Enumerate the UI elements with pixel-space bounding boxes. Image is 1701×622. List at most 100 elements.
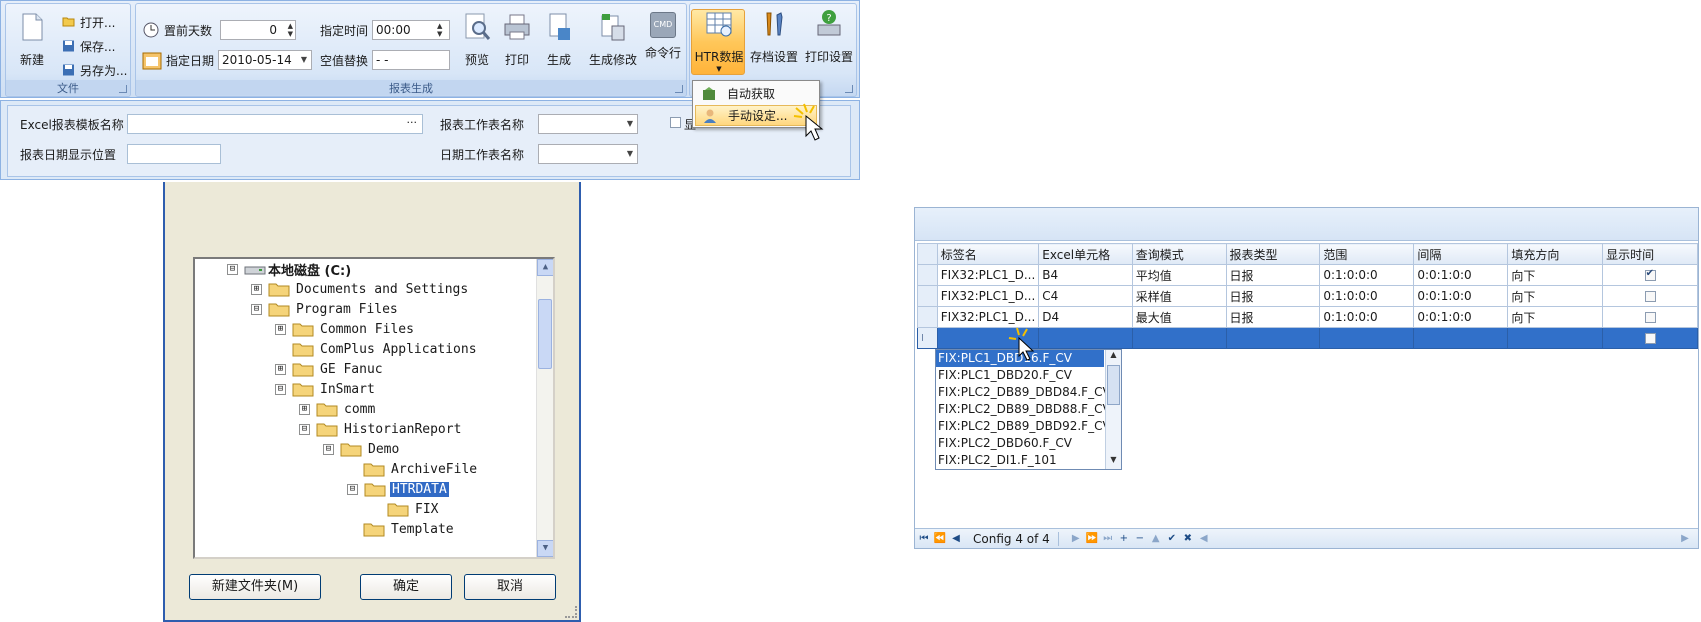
folder-tree[interactable]: ⊟ 本地磁盘 (C:) ⊞ Documents and Settings ⊟ P…	[193, 257, 555, 559]
htr-data-content[interactable]: HTR数据 ▼	[692, 9, 746, 73]
scroll-up-icon[interactable]: ▲	[537, 259, 553, 276]
show-time-checkbox[interactable]	[1644, 268, 1656, 281]
cell-show-time[interactable]	[1602, 327, 1698, 349]
prev-record-icon[interactable]: ◀	[949, 533, 963, 544]
cell-range[interactable]	[1319, 327, 1415, 349]
table-row[interactable]: FIX32:PLC1_D... C4 采样值 日报 0:1:0:0:0 0:0:…	[917, 285, 1698, 307]
cell-range[interactable]: 0:1:0:0:0	[1319, 285, 1415, 307]
cell-type[interactable]	[1225, 327, 1321, 349]
list-item[interactable]: FIX:PLC2_DB89_DBD92.F_CV	[936, 418, 1111, 435]
days-spinner[interactable]: 0 ▲ ▼	[220, 20, 297, 40]
tree-node-fix[interactable]: FIX	[387, 499, 440, 519]
cell-interval[interactable]: 0:0:1:0:0	[1413, 306, 1509, 328]
cell-interval[interactable]: 0:0:1:0:0	[1413, 285, 1509, 307]
file-group-launcher-icon[interactable]	[119, 85, 127, 93]
cell-tag[interactable]: FIX32:PLC1_D...	[936, 306, 1040, 328]
cell-interval[interactable]	[1413, 327, 1509, 349]
cell-interval[interactable]: 0:0:1:0:0	[1413, 264, 1509, 286]
tree-node-complus[interactable]: ComPlus Applications	[292, 339, 479, 359]
report-group-launcher-icon[interactable]	[675, 85, 683, 93]
collapse-toggle-icon[interactable]: ⊟	[227, 263, 238, 275]
tree-node-common-files[interactable]: ⊞ Common Files	[275, 319, 416, 339]
list-scroll-down-icon[interactable]: ▼	[1106, 455, 1121, 469]
tree-node-insmart[interactable]: ⊟ InSmart	[275, 379, 377, 399]
cell-type[interactable]: 日报	[1225, 306, 1321, 328]
list-item[interactable]: FIX:PLC2_DB89_DBD88.F_CV	[936, 401, 1111, 418]
print-settings-button[interactable]: ? 打印设置	[801, 9, 857, 65]
expand-toggle-icon[interactable]: ⊞	[275, 363, 286, 375]
archive-settings-button[interactable]: 存档设置	[747, 9, 801, 65]
date-sheet-combo[interactable]: ▼	[538, 144, 638, 164]
date-dropdown-arrow-icon[interactable]: ▼	[301, 51, 307, 69]
list-item[interactable]: FIX:PLC2_DBD60.F_CV	[936, 435, 1104, 452]
collapse-toggle-icon[interactable]: ⊟	[323, 443, 334, 455]
cell-range[interactable]: 0:1:0:0:0	[1319, 306, 1415, 328]
save-record-icon[interactable]: ✔	[1165, 533, 1179, 544]
time-spinner-arrows-icon[interactable]: ▲ ▼	[437, 22, 447, 38]
scroll-down-icon[interactable]: ▼	[537, 540, 553, 557]
template-ellipsis-button[interactable]: ···	[407, 116, 418, 129]
tree-node-archivefile[interactable]: ArchiveFile	[363, 459, 479, 479]
cell-show-time[interactable]	[1602, 264, 1698, 286]
column-header[interactable]: 标签名	[936, 243, 1040, 265]
show-time-checkbox[interactable]	[1644, 311, 1656, 323]
cell-mode[interactable]: 最大值	[1131, 306, 1227, 328]
add-record-icon[interactable]: +	[1117, 533, 1131, 544]
cell-fill[interactable]: 向下	[1507, 285, 1604, 307]
column-header[interactable]: Excel单元格	[1038, 243, 1133, 265]
open-button[interactable]: 打开...	[62, 12, 115, 32]
expand-toggle-icon[interactable]: ⊞	[299, 403, 310, 415]
cell-show-time[interactable]	[1602, 306, 1698, 328]
cell-excel[interactable]: D4	[1038, 306, 1133, 328]
cell-mode[interactable]: 采样值	[1131, 285, 1227, 307]
column-header[interactable]: 填充方向	[1507, 243, 1604, 265]
cell-tag[interactable]: FIX32:PLC1_D...	[936, 285, 1040, 307]
spinner-arrows-icon[interactable]: ▲ ▼	[283, 22, 293, 38]
save-button[interactable]: 保存...	[62, 36, 115, 56]
next-page-icon[interactable]: ⏩	[1085, 533, 1099, 544]
sheet-dropdown-arrow-icon[interactable]: ▼	[627, 115, 633, 133]
delete-record-icon[interactable]: −	[1133, 533, 1147, 544]
template-input[interactable]: ···	[127, 114, 423, 134]
tree-node-comm[interactable]: ⊞ comm	[299, 399, 377, 419]
tree-node-c-drive[interactable]: ⊟ 本地磁盘 (C:)	[227, 259, 353, 279]
list-item[interactable]: FIX:PLC1_DBD20.F_CV	[936, 367, 1104, 384]
generate-edit-button[interactable]: 生成修改	[588, 12, 638, 68]
ok-button[interactable]: 确定	[360, 574, 452, 600]
cell-type[interactable]: 日报	[1225, 285, 1321, 307]
last-record-icon[interactable]: ⏭	[1101, 533, 1115, 544]
date-pos-input[interactable]	[127, 144, 221, 164]
tree-scrollbar[interactable]: ▲ ▼	[536, 259, 553, 557]
list-item[interactable]: FIX:PLC2_DB89_DBD84.F_CV	[936, 384, 1111, 401]
tree-node-program-files[interactable]: ⊟ Program Files	[251, 299, 400, 319]
list-scrollbar[interactable]: ▲ ▼	[1105, 350, 1121, 469]
collapse-toggle-icon[interactable]: ⊟	[251, 303, 262, 315]
tree-node-ge-fanuc[interactable]: ⊞ GE Fanuc	[275, 359, 385, 379]
table-row[interactable]: FIX32:PLC1_D... D4 最大值 日报 0:1:0:0:0 0:0:…	[917, 306, 1698, 328]
cell-fill[interactable]	[1507, 327, 1604, 349]
null-replace-field[interactable]: - -	[372, 50, 451, 70]
first-record-icon[interactable]: ⏮	[917, 533, 931, 544]
column-header[interactable]: 范围	[1319, 243, 1415, 265]
collapse-toggle-icon[interactable]: ⊟	[347, 483, 358, 495]
cell-show-time[interactable]	[1602, 285, 1698, 307]
preview-button[interactable]: 预览	[462, 12, 492, 68]
row-header[interactable]	[917, 306, 938, 328]
cmd-button[interactable]: CMD 命令行	[644, 12, 682, 61]
date-sheet-dropdown-arrow-icon[interactable]: ▼	[627, 145, 633, 163]
cancel-edit-icon[interactable]: ✖	[1181, 533, 1195, 544]
cell-excel[interactable]	[1038, 327, 1133, 349]
resize-grip-icon[interactable]	[565, 606, 577, 618]
tree-node-demo[interactable]: ⊟ Demo	[323, 439, 401, 459]
tree-node-htrdata[interactable]: ⊟ HTRDATA	[347, 479, 449, 499]
htr-group-launcher-icon[interactable]	[845, 85, 853, 93]
edit-record-icon[interactable]: ▲	[1149, 533, 1163, 544]
menu-item-auto[interactable]: 自动获取	[695, 83, 817, 104]
column-header[interactable]: 显示时间	[1602, 243, 1698, 265]
cell-type[interactable]: 日报	[1225, 264, 1321, 286]
scroll-right-icon[interactable]: ▶	[1678, 533, 1692, 544]
date-picker[interactable]: 2010-05-14 ▼	[218, 50, 313, 70]
new-folder-button[interactable]: 新建文件夹(M)	[189, 574, 321, 600]
prev-page-icon[interactable]: ⏪	[933, 533, 947, 544]
tree-node-documents[interactable]: ⊞ Documents and Settings	[251, 279, 470, 299]
